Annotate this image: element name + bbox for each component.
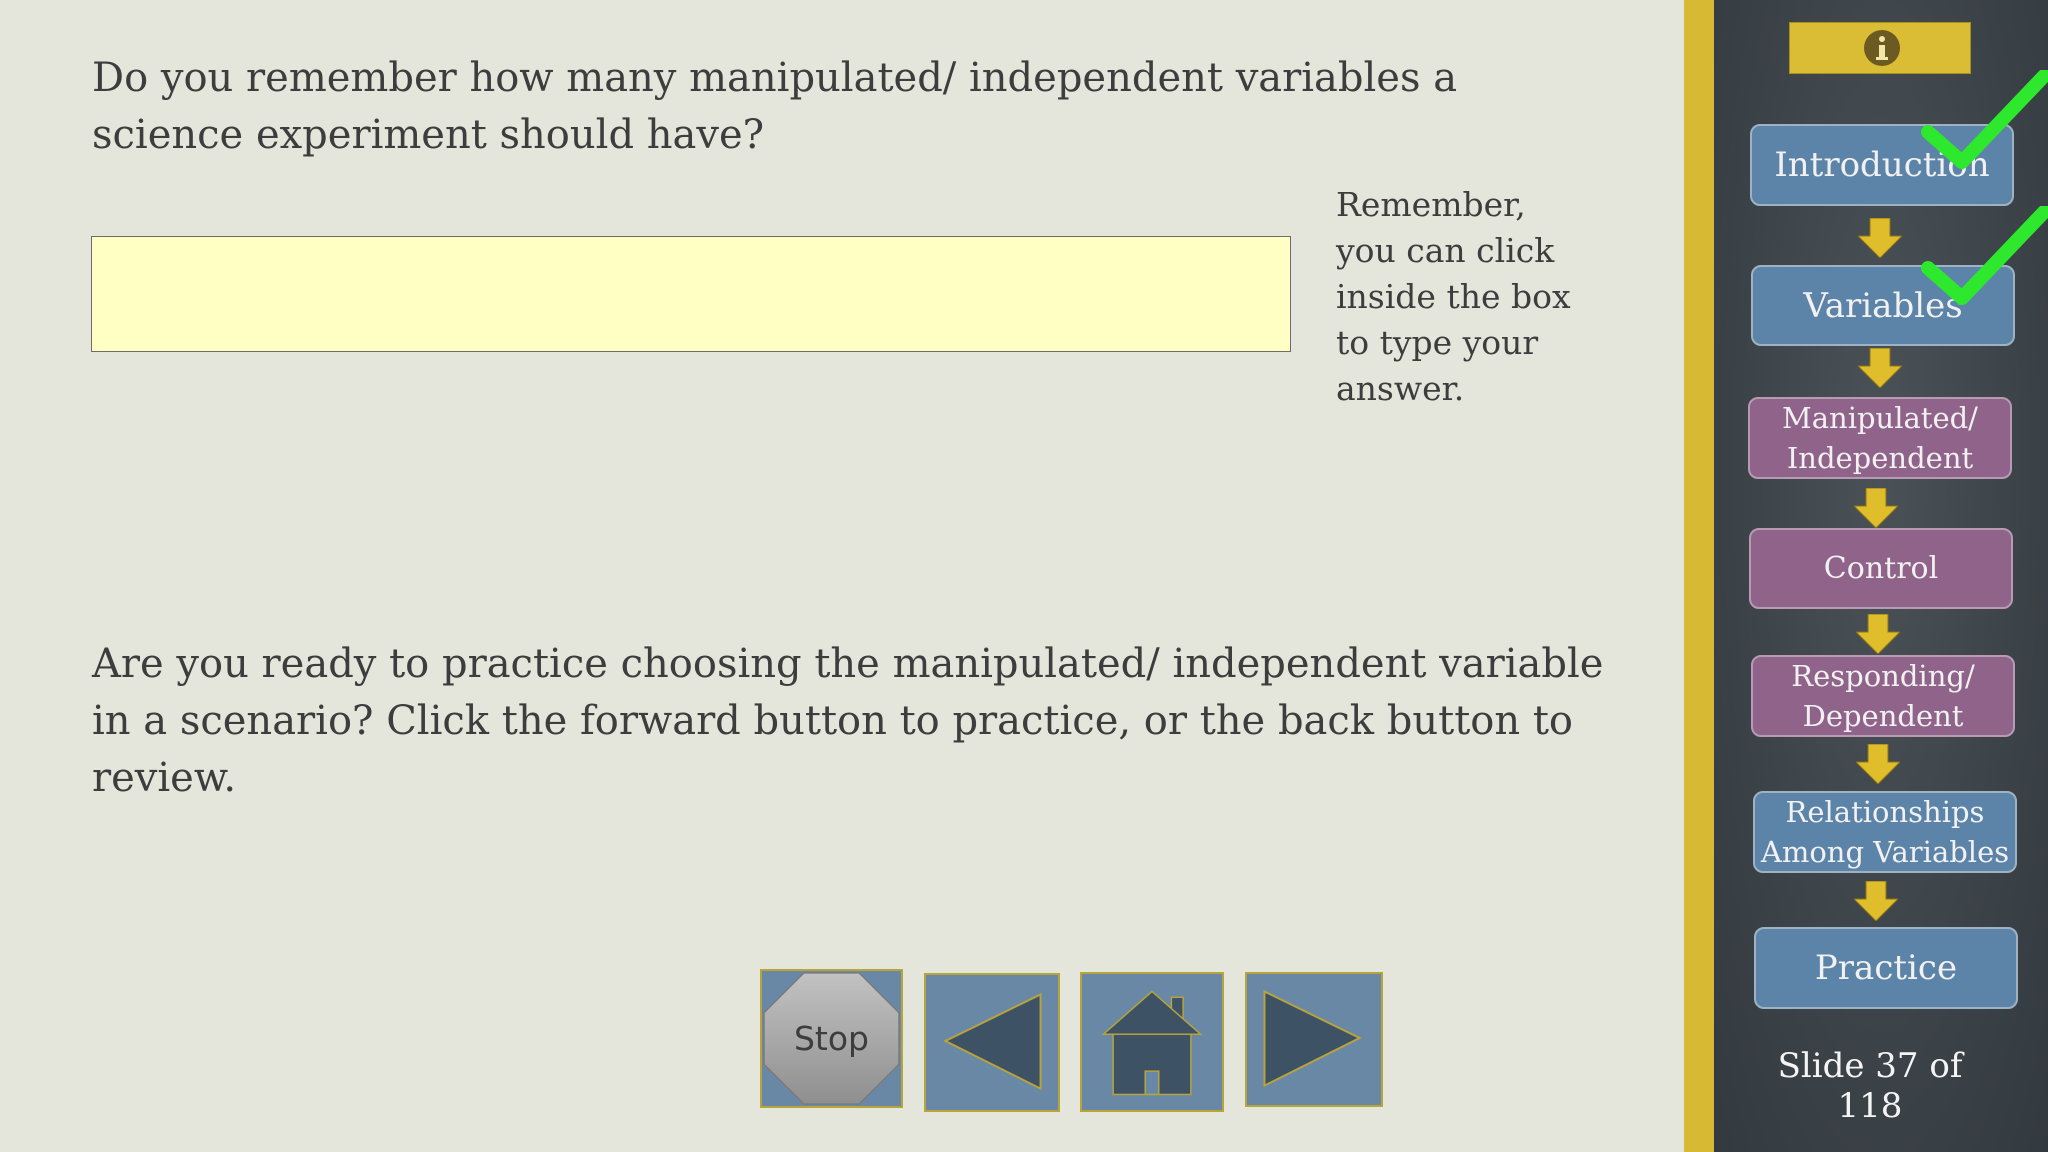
house-icon [1101,990,1203,1096]
sidebar-item-relationships[interactable]: Relationships Among Variables [1753,791,2017,873]
sidebar-item-practice[interactable]: Practice [1754,927,2018,1009]
checkmark-icon [1921,206,2048,305]
sidebar-item-label-line1: Manipulated/ [1782,401,1978,435]
practice-prompt: Are you ready to practice choosing the m… [92,641,1604,801]
sidebar-item-label-line1: Responding/ [1791,659,1975,693]
down-arrow-icon [1856,614,1900,654]
down-arrow-icon [1858,218,1902,258]
down-arrow-icon [1856,744,1900,784]
sidebar-item-responding-dependent[interactable]: Responding/ Dependent [1751,655,2015,737]
sidebar-item-label-line2: Dependent [1802,699,1964,733]
sidebar-item-label: Control [1823,551,1939,586]
answer-input[interactable] [91,236,1291,352]
checkmark-icon [1921,70,2048,169]
sidebar-item-label-line2: Independent [1786,441,1974,475]
stop-button[interactable]: Stop [760,969,903,1108]
down-arrow-icon [1854,881,1898,921]
down-arrow-icon [1854,488,1898,528]
stop-label: Stop [793,1019,870,1058]
home-button[interactable] [1080,972,1224,1112]
down-arrow-icon [1858,348,1902,388]
content-area: Do you remember how many manipulated/ in… [0,0,1684,1152]
sidebar-item-label: Practice [1814,948,1958,988]
sidebar-item-label-line2: Among Variables [1760,835,2010,869]
sidebar-item-manipulated-independent[interactable]: Manipulated/ Independent [1748,397,2012,479]
slide-counter: Slide 37 of 118 [1777,1046,1963,1126]
sidebar-item-control[interactable]: Control [1749,528,2013,609]
hint-text: Remember, you can click inside the box t… [1336,185,1571,408]
sidebar-item-label-line1: Relationships [1785,795,1985,829]
sidebar-divider [1684,0,1714,1152]
triangle-left-icon [943,992,1042,1091]
info-icon [1864,30,1900,66]
forward-button[interactable] [1245,972,1383,1107]
question-text: Do you remember how many manipulated/ in… [92,55,1458,158]
info-button[interactable] [1789,22,1971,74]
triangle-right-icon [1263,989,1362,1088]
back-button[interactable] [924,973,1060,1112]
